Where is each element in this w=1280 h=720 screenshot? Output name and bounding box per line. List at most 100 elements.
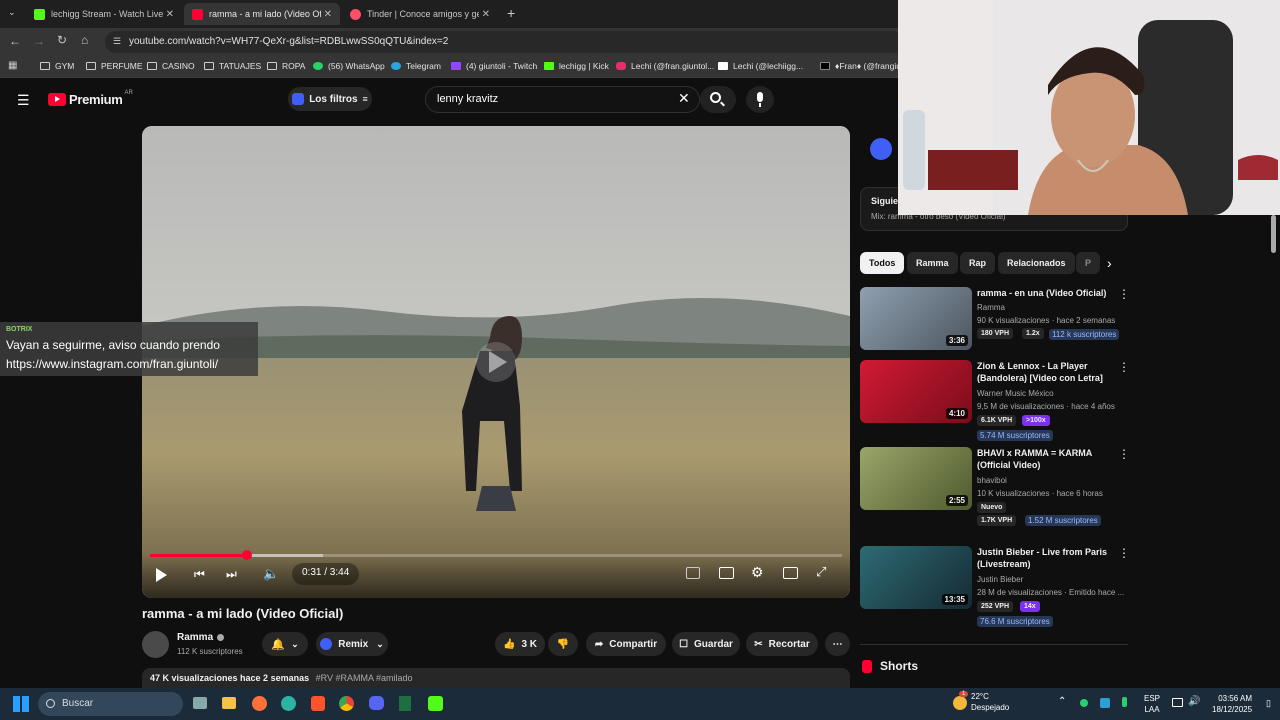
language-indicator[interactable]: ESP LAA — [1144, 693, 1160, 715]
bookmark-x[interactable]: ♦Fran♦ (@frangiu — [820, 61, 901, 71]
folder-icon — [147, 62, 157, 70]
bookmark-ropa[interactable]: ROPA — [267, 61, 305, 71]
menu-hamburger-icon[interactable]: ☰ — [17, 92, 30, 109]
apps-grid-icon[interactable]: ▦ — [8, 60, 17, 71]
channel-name[interactable]: Ramma — [177, 632, 225, 643]
fullscreen-icon[interactable]: ⤢ — [816, 564, 826, 580]
url-field[interactable]: ☰ youtube.com/watch?v=WH77-QeXr-g&list=R… — [105, 31, 905, 53]
search-button[interactable] — [700, 86, 736, 113]
new-tab-plus-icon[interactable]: + — [507, 5, 515, 21]
rec-thumbnail[interactable]: 13:35 — [860, 546, 972, 609]
like-button[interactable]: 👍 3 K — [495, 632, 545, 656]
description-box[interactable]: 47 K visualizaciones hace 2 semanas #RV … — [142, 668, 850, 688]
taskbar-search-box[interactable]: Buscar — [38, 692, 183, 716]
rec-more-icon[interactable]: ⋮ — [1118, 546, 1130, 560]
speaker-icon[interactable]: 🔊 — [1188, 696, 1200, 707]
chip-partial[interactable]: P — [1076, 252, 1100, 274]
save-button[interactable]: ☐ Guardar — [672, 632, 740, 656]
bookmark-tiktok[interactable]: Lechi (@lechiigg... — [718, 61, 803, 71]
bookmark-telegram[interactable]: Telegram — [391, 61, 441, 71]
seek-handle[interactable] — [241, 550, 252, 560]
discord-icon[interactable] — [369, 696, 384, 710]
hashtags[interactable]: #RV #RAMMA #amilado — [316, 673, 413, 683]
tray-network-icon[interactable] — [1100, 698, 1110, 708]
page-scrollbar[interactable] — [1271, 215, 1276, 253]
chip-rap[interactable]: Rap — [960, 252, 996, 274]
tab-close-icon[interactable]: ✕ — [324, 9, 332, 20]
weather-widget[interactable]: 1 22°C Despejado — [953, 691, 1009, 712]
clip-button[interactable]: ✂ Recortar — [746, 632, 818, 656]
bookmark-gym[interactable]: GYM — [40, 61, 74, 71]
tray-app-icon[interactable] — [1080, 699, 1088, 707]
tab-close-icon[interactable]: ✕ — [482, 9, 490, 20]
rec-more-icon[interactable]: ⋮ — [1118, 287, 1130, 301]
chip-todos[interactable]: Todos — [860, 252, 905, 274]
back-arrow-icon[interactable]: ← — [9, 34, 21, 48]
rec-more-icon[interactable]: ⋮ — [1118, 360, 1130, 374]
brave-icon[interactable] — [311, 696, 325, 711]
bookmark-casino[interactable]: CASINO — [147, 61, 195, 71]
bookmark-tatuajes[interactable]: TATUAJES — [204, 61, 261, 71]
forward-arrow-icon[interactable]: → — [33, 34, 45, 48]
tray-chevron-icon[interactable]: ⌃ — [1058, 696, 1066, 707]
app-icon[interactable] — [399, 696, 411, 711]
bookmark-twitch[interactable]: (4) giuntoli - Twitch — [451, 61, 537, 71]
rec-thumbnail[interactable]: 3:36 — [860, 287, 972, 350]
channel-avatar[interactable] — [142, 631, 169, 658]
recommendation-item[interactable]: 13:35 Justin Bieber - Live from Paris (L… — [860, 546, 1130, 627]
monitor-icon[interactable] — [1172, 698, 1183, 707]
subscribed-bell-button[interactable]: 🔔 ⌄ — [262, 632, 308, 656]
theater-mode-icon[interactable] — [783, 567, 798, 579]
store-icon[interactable] — [193, 697, 207, 709]
next-icon[interactable]: ⏭ — [226, 567, 237, 582]
shorts-header[interactable]: Shorts — [862, 659, 918, 673]
tab-lechigg[interactable]: lechigg Stream - Watch Live on ✕ — [26, 3, 182, 25]
search-input[interactable]: lenny kravitz — [425, 86, 700, 113]
volume-icon[interactable]: 🔈 — [263, 566, 279, 582]
youtube-logo[interactable]: Premium AR — [48, 90, 133, 107]
bookmark-instagram[interactable]: Lechi (@fran.giuntol... — [616, 61, 714, 71]
tab-search-chevron-icon[interactable]: ⌄ — [8, 7, 16, 18]
seek-bar[interactable] — [150, 550, 842, 560]
sidebar-iq-button[interactable] — [870, 138, 892, 160]
iq-player-icon[interactable] — [686, 567, 700, 579]
tab-tinder[interactable]: Tinder | Conoce amigos y gente ✕ — [342, 3, 498, 25]
settings-gear-icon[interactable]: ⚙ — [751, 564, 764, 581]
remix-button[interactable]: Remix ⌄ — [316, 632, 388, 656]
recommendation-item[interactable]: 3:36 ramma - en una (Video Oficial) Ramm… — [860, 287, 1130, 353]
chip-relacionados[interactable]: Relacionados — [998, 252, 1075, 274]
rec-more-icon[interactable]: ⋮ — [1118, 447, 1130, 461]
filters-button[interactable]: Los filtros ≡ — [288, 87, 372, 111]
edge-icon[interactable] — [281, 696, 296, 711]
file-explorer-icon[interactable] — [222, 697, 236, 709]
notification-bell-icon[interactable]: ▯ — [1266, 698, 1271, 709]
recommendation-item[interactable]: 2:55 BHAVI x RAMMA = KARMA (Official Vid… — [860, 447, 1130, 527]
clear-search-icon[interactable]: ✕ — [678, 90, 690, 107]
chip-ramma[interactable]: Ramma — [907, 252, 958, 274]
share-button[interactable]: ➦ Compartir — [586, 632, 666, 656]
chips-next-arrow-icon[interactable]: › — [1107, 255, 1112, 271]
home-icon[interactable]: ⌂ — [81, 33, 88, 47]
tab-close-icon[interactable]: ✕ — [166, 9, 174, 20]
tab-ramma[interactable]: ramma - a mi lado (Video Oficial) ✕ — [184, 3, 340, 25]
bookmark-perfume[interactable]: PERFUME — [86, 61, 143, 71]
windows-start-icon[interactable] — [13, 696, 29, 712]
rec-thumbnail[interactable]: 4:10 — [860, 360, 972, 423]
previous-icon[interactable]: ⏮ — [194, 567, 205, 582]
voice-search-button[interactable] — [746, 86, 774, 113]
play-button[interactable] — [156, 568, 167, 582]
firefox-icon[interactable] — [252, 696, 267, 711]
chrome-icon[interactable] — [339, 696, 354, 711]
clock[interactable]: 03:56 AM 18/12/2025 — [1212, 693, 1252, 715]
tray-microphone-icon[interactable] — [1122, 697, 1127, 707]
bookmark-whatsapp[interactable]: (56) WhatsApp — [313, 61, 385, 71]
more-actions-button[interactable]: ⋯ — [825, 632, 850, 656]
dislike-button[interactable]: 👎 — [548, 632, 578, 656]
subtitles-icon[interactable] — [719, 567, 734, 579]
bookmark-kick[interactable]: lechigg | Kick — [544, 61, 609, 71]
rec-thumbnail[interactable]: 2:55 — [860, 447, 972, 510]
recommendation-item[interactable]: 4:10 Zion & Lennox - La Player (Bandoler… — [860, 360, 1130, 441]
site-info-icon[interactable]: ☰ — [113, 36, 121, 47]
reload-icon[interactable]: ↻ — [57, 33, 67, 47]
kick-app-icon[interactable] — [428, 696, 443, 711]
